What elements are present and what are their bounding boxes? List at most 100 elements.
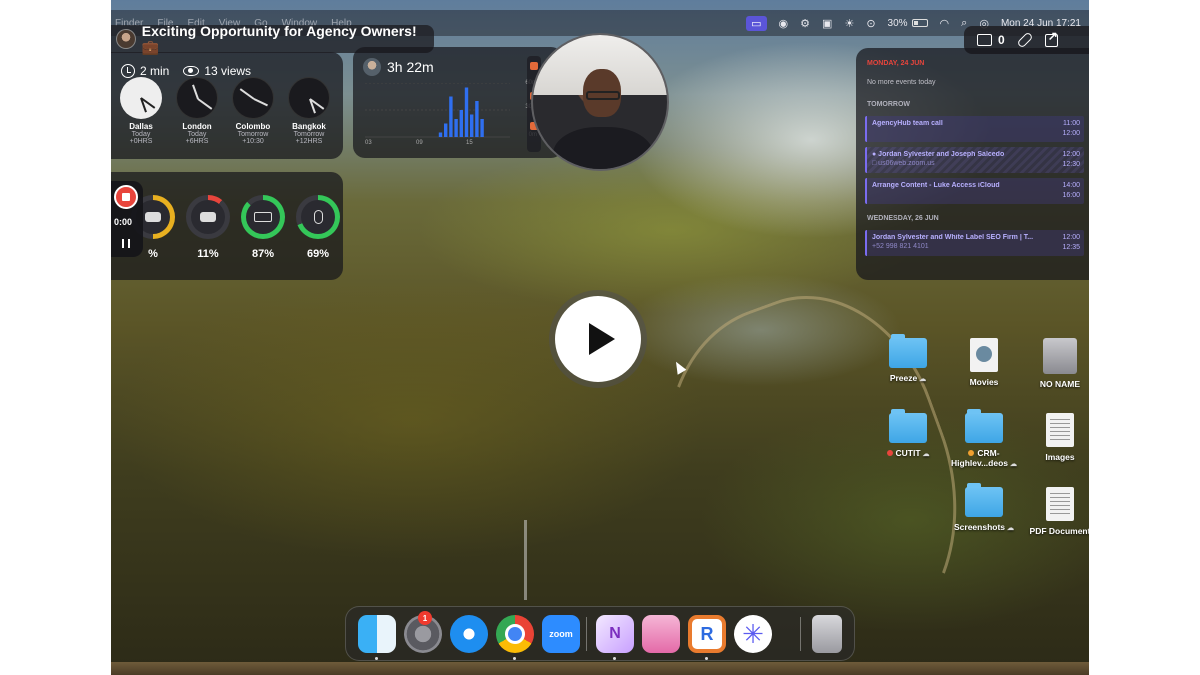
event-subtitle: +52 998 821 4101 xyxy=(872,243,929,250)
grammarly-icon[interactable]: ◉ xyxy=(779,17,789,30)
desktop-item-label: Movies xyxy=(946,377,1022,387)
chrome-icon[interactable] xyxy=(496,615,534,653)
clock-city: Dallas xyxy=(129,122,153,131)
screen-record-icon[interactable]: ▭ xyxy=(746,15,767,31)
pause-icon[interactable] xyxy=(122,239,130,248)
desktop-item-name: NO NAME xyxy=(1039,379,1081,389)
play-button[interactable] xyxy=(549,290,647,388)
messages-icon[interactable]: ▣ xyxy=(822,17,832,30)
brightness-icon[interactable]: ☀ xyxy=(844,17,854,30)
video-views: 13 views xyxy=(204,64,252,78)
usage-bar xyxy=(444,123,448,137)
usage-bar xyxy=(464,87,469,137)
tag-dot-icon xyxy=(968,450,975,456)
document-icon xyxy=(1046,413,1074,447)
comments-button[interactable]: 0 xyxy=(977,33,1005,47)
desktop-item-label: CRM-Highlev...deos ☁ xyxy=(946,448,1022,468)
usage-bar xyxy=(470,114,474,137)
notification-badge: 1 xyxy=(418,611,432,625)
clock-colombo: Colombo Tomorrow +10:30 xyxy=(230,77,276,145)
trash-icon[interactable] xyxy=(812,615,842,653)
batteries-widget[interactable]: % 11% 87% 69% xyxy=(111,172,343,280)
link-icon[interactable] xyxy=(1016,31,1034,49)
icloud-icon: ☁ xyxy=(917,376,927,383)
calendar-widget[interactable]: MONDAY, 24 JUN No more events today TOMO… xyxy=(856,48,1089,280)
event-end: 12:00 xyxy=(1062,130,1080,137)
tomorrow-label: TOMORROW xyxy=(867,101,911,108)
usage-bar xyxy=(459,110,463,137)
desktop-item-name: CUTIT xyxy=(895,448,921,458)
recorder-control: 0:00 xyxy=(111,181,143,257)
desktop-item-name: Preeze xyxy=(889,373,918,383)
usage-bar xyxy=(454,119,458,137)
comment-count: 0 xyxy=(998,33,1005,47)
clock-london: London Today +6HRS xyxy=(174,77,220,145)
safari-icon[interactable] xyxy=(450,615,488,653)
finder-icon[interactable] xyxy=(358,615,396,653)
r-app-icon[interactable]: R xyxy=(688,615,726,653)
case-icon xyxy=(200,212,216,222)
battery-ring xyxy=(296,195,340,239)
battery-percent-label: 69% xyxy=(306,248,330,260)
headphones-icon xyxy=(145,212,161,222)
battery-ring-center xyxy=(301,200,335,234)
dock-separator xyxy=(586,617,587,651)
zoom-icon[interactable]: zoom xyxy=(542,615,580,653)
event-start: 14:00 xyxy=(1062,182,1080,189)
clock-day: Tomorrow xyxy=(293,131,325,138)
clock-city: London xyxy=(182,122,212,131)
video-duration: 2 min xyxy=(140,64,170,78)
duration-group: 2 min xyxy=(121,64,169,78)
event-end: 12:30 xyxy=(1062,161,1080,168)
dock: zoom N R ✳ 1 xyxy=(345,606,855,661)
views-group: 13 views xyxy=(183,64,251,78)
x-label-03: 03 xyxy=(365,140,372,146)
desktop-item[interactable]: NO NAME xyxy=(1022,338,1089,389)
play-circle-icon[interactable]: ⊙ xyxy=(866,17,875,30)
onenote-icon[interactable]: N xyxy=(596,615,634,653)
desktop-item[interactable]: CRM-Highlev...deos ☁ xyxy=(946,409,1022,468)
author-avatar[interactable] xyxy=(116,29,136,49)
clock-day: Today xyxy=(131,131,151,138)
clock-icon xyxy=(121,64,135,78)
desktop-item[interactable]: CUTIT ☁ xyxy=(870,409,946,458)
event-title: AgencyHub team call xyxy=(872,120,943,127)
battery-status[interactable]: 30% xyxy=(888,18,928,29)
comment-icon xyxy=(977,34,992,46)
control-icon[interactable]: ⚙ xyxy=(800,17,810,30)
icloud-icon: ☁ xyxy=(1005,525,1014,532)
desktop-item[interactable]: Preeze ☁ xyxy=(870,334,946,383)
star-app-icon[interactable]: ✳ xyxy=(734,615,772,653)
clock-bangkok: Bangkok Tomorrow +12HRS xyxy=(286,77,332,145)
event-subtitle: □ us06web.zoom.us xyxy=(872,160,935,167)
external-link-icon[interactable] xyxy=(1044,29,1058,47)
calendar-event[interactable]: Arrange Content - Luke Access iCloud 14:0… xyxy=(865,178,1084,204)
webcam-bubble[interactable] xyxy=(531,33,669,171)
stop-record-button[interactable] xyxy=(114,185,138,209)
folder-icon xyxy=(889,334,927,368)
desktop-item-name: Screenshots xyxy=(954,522,1006,532)
screen-app-icon[interactable] xyxy=(642,615,680,653)
calendar-event[interactable]: AgencyHub team call 11:00 12:00 xyxy=(865,116,1084,142)
desktop-item-label: PDF Document xyxy=(1022,526,1089,536)
clock-offset: +0HRS xyxy=(129,138,153,145)
clock-day: Tomorrow xyxy=(237,131,269,138)
x-label-09: 09 xyxy=(416,140,423,146)
video-meta: 2 min 13 views xyxy=(111,58,263,84)
desktop-item-label: NO NAME xyxy=(1022,379,1089,389)
calendar-event[interactable]: ● Jordan Sylvester and Joseph Salcedo □ u… xyxy=(865,147,1084,173)
desktop-item[interactable]: PDF Document xyxy=(1022,487,1089,536)
desktop-item-label: Screenshots ☁ xyxy=(946,522,1022,532)
folder-icon xyxy=(965,409,1003,443)
desktop-item[interactable]: Movies xyxy=(946,338,1022,387)
battery-percent-label: 11% xyxy=(197,248,219,260)
event-start: 12:00 xyxy=(1062,234,1080,241)
desktop-item[interactable]: Screenshots ☁ xyxy=(946,483,1022,532)
calendar-event[interactable]: Jordan Sylvester and White Label SEO Fir… xyxy=(865,230,1084,256)
record-time: 0:00 xyxy=(114,217,133,227)
hour-hand xyxy=(253,98,268,107)
bottom-bar xyxy=(111,662,1089,675)
wifi-icon[interactable]: ◠ xyxy=(940,17,950,30)
desktop-item[interactable]: Images xyxy=(1022,413,1089,462)
wednesday-label: WEDNESDAY, 26 JUN xyxy=(867,215,939,222)
